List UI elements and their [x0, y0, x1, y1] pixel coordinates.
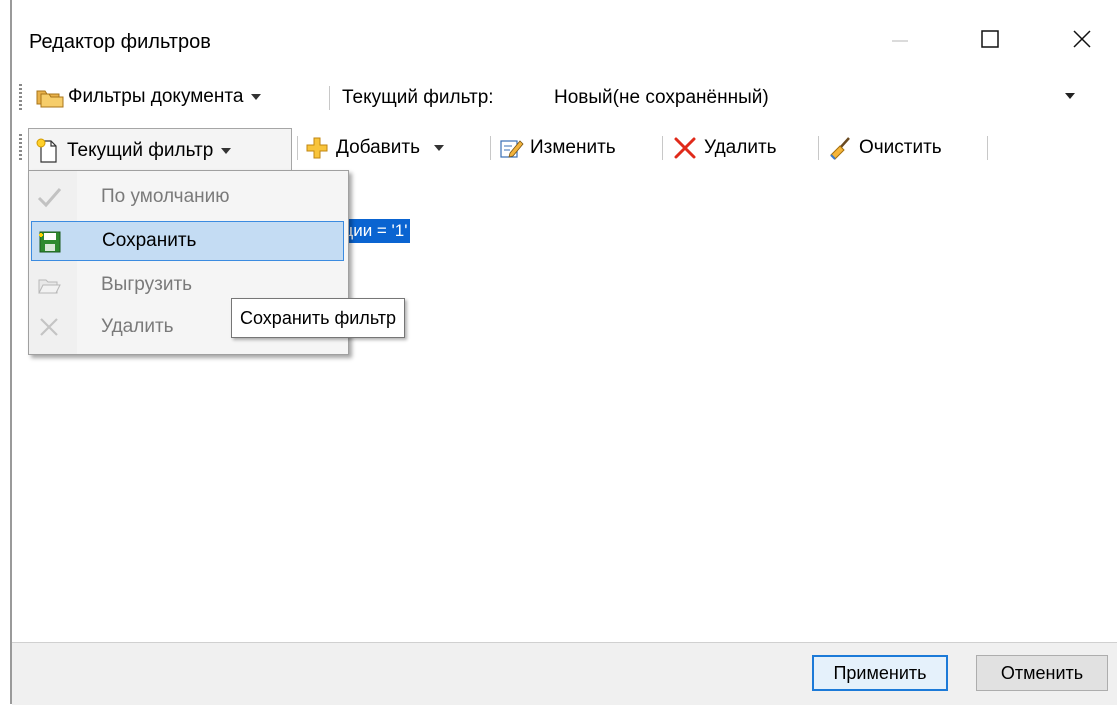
cancel-button[interactable]: Отменить: [976, 655, 1108, 691]
current-filter-menu-button[interactable]: Текущий фильтр: [28, 128, 292, 172]
filters-folder-icon: [36, 90, 64, 108]
apply-button[interactable]: Применить: [812, 655, 948, 691]
edit-button[interactable]: Изменить: [498, 129, 616, 167]
toolbar-separator: [987, 136, 988, 160]
filter-editor-window: Редактор фильтров Фильтры документа Теку…: [0, 0, 1117, 705]
maximize-icon: [981, 30, 999, 48]
clear-label: Очистить: [859, 137, 942, 158]
menu-item-default[interactable]: По умолчанию: [31, 177, 344, 217]
edit-label: Изменить: [530, 137, 616, 158]
current-filter-label: Текущий фильтр:: [342, 87, 494, 108]
dialog-footer: [12, 642, 1117, 705]
plus-icon: [306, 137, 328, 159]
document-filters-label: Фильтры документа: [68, 86, 244, 107]
close-icon: [1073, 30, 1091, 48]
toolbar-grip[interactable]: [19, 134, 22, 160]
open-folder-icon: [38, 279, 61, 294]
new-document-icon: [36, 138, 57, 163]
combobox-chevron-down-icon[interactable]: [1065, 93, 1075, 99]
actions-toolbar: Текущий фильтр Добавить Изменить Удалить…: [12, 124, 1117, 172]
toolbar-separator: [818, 136, 819, 160]
add-button[interactable]: Добавить: [304, 129, 444, 167]
toolbar-grip[interactable]: [19, 84, 22, 110]
delete-x-icon: [40, 318, 58, 336]
close-button[interactable]: [1052, 14, 1112, 64]
window-title: Редактор фильтров: [29, 31, 211, 53]
edit-pencil-icon: [500, 140, 524, 158]
save-tooltip: Сохранить фильтр: [231, 298, 406, 338]
minimize-button[interactable]: [870, 14, 930, 64]
toolbar-separator: [297, 136, 298, 160]
maximize-button[interactable]: [960, 14, 1020, 64]
toolbar-separator: [490, 136, 491, 160]
chevron-down-icon: [433, 145, 444, 151]
document-filters-button[interactable]: Фильтры документа: [34, 82, 262, 112]
delete-x-icon: [674, 137, 696, 159]
delete-button[interactable]: Удалить: [672, 129, 777, 167]
title-bar: Редактор фильтров: [12, 0, 1117, 85]
save-icon: [39, 231, 61, 253]
checkmark-icon: [37, 188, 62, 208]
toolbar-separator: [329, 86, 330, 110]
minimize-icon: [892, 40, 908, 42]
menu-item-label: По умолчанию: [101, 186, 230, 207]
broom-icon: [830, 137, 850, 160]
current-filter-menu-label: Текущий фильтр: [67, 139, 214, 161]
menu-item-label: Сохранить: [102, 230, 197, 251]
add-label: Добавить: [336, 137, 420, 158]
chevron-down-icon: [221, 147, 232, 154]
chevron-down-icon: [251, 94, 262, 100]
menu-item-label: Удалить: [101, 316, 174, 337]
filters-toolbar: Фильтры документа Текущий фильтр: Новый(…: [12, 78, 1117, 116]
toolbar-separator: [662, 136, 663, 160]
menu-item-label: Выгрузить: [101, 274, 193, 295]
menu-item-save[interactable]: Сохранить: [31, 221, 344, 261]
clear-button[interactable]: Очистить: [827, 129, 942, 167]
current-filter-combobox[interactable]: Новый(не сохранённый): [554, 87, 769, 109]
delete-label: Удалить: [704, 137, 777, 158]
